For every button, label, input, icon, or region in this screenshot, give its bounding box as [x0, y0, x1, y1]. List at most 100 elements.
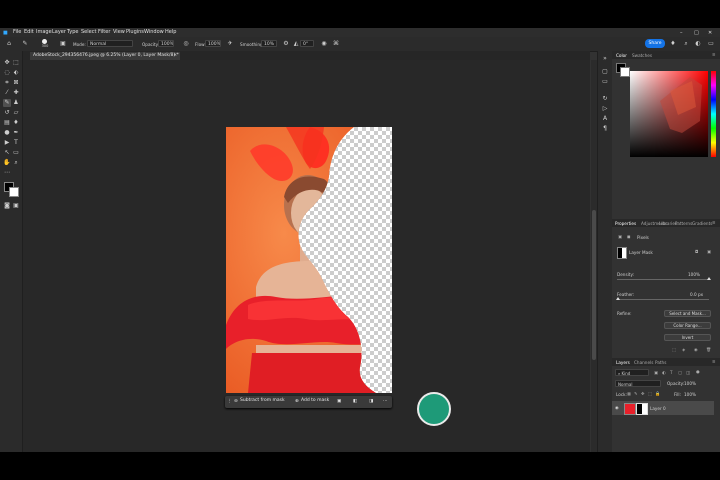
- lock-move-icon[interactable]: ✥: [641, 391, 645, 396]
- tab-paths[interactable]: Paths: [655, 360, 666, 365]
- gradient-tool-icon[interactable]: ▤: [3, 119, 11, 127]
- lock-paint-icon[interactable]: ✎: [634, 391, 638, 396]
- rectangle-tool-icon[interactable]: ▭: [12, 149, 20, 157]
- density-slider[interactable]: [617, 279, 709, 280]
- tab-patterns[interactable]: Patterns: [675, 221, 692, 226]
- healing-tool-icon[interactable]: ✚: [12, 89, 20, 97]
- mask-option-icon[interactable]: ▣: [337, 399, 341, 404]
- filter-adjustment-icon[interactable]: ◐: [662, 370, 666, 375]
- visibility-eye-icon[interactable]: ◉: [615, 405, 619, 410]
- close-icon[interactable]: ✕: [708, 30, 712, 36]
- object-select-tool-icon[interactable]: ⬖: [12, 69, 20, 77]
- filter-smart-icon[interactable]: ◫: [686, 370, 690, 375]
- direct-select-icon[interactable]: ↖: [3, 149, 11, 157]
- fill-value[interactable]: 100%: [684, 392, 696, 397]
- feather-value[interactable]: 0.0 px: [690, 292, 703, 297]
- mask-thumbnail[interactable]: [617, 247, 627, 259]
- menu-help[interactable]: Help: [165, 30, 176, 35]
- lasso-tool-icon[interactable]: ◌: [3, 69, 11, 77]
- mask-feather-icon[interactable]: ◨: [369, 399, 373, 404]
- invert-button[interactable]: Invert: [664, 334, 711, 341]
- opacity-input[interactable]: 100%: [158, 40, 174, 47]
- feather-slider[interactable]: [617, 299, 709, 300]
- pressure-opacity-icon[interactable]: ◎: [182, 40, 190, 48]
- artboard-tool-icon[interactable]: ⬚: [12, 59, 20, 67]
- vector-mask-icon[interactable]: ◼: [627, 234, 630, 239]
- minimize-icon[interactable]: –: [680, 30, 683, 36]
- background-color-swatch[interactable]: [9, 187, 19, 197]
- invert-mask-icon[interactable]: ◧: [353, 399, 357, 404]
- canvas-area[interactable]: [23, 60, 590, 452]
- select-and-mask-button[interactable]: Select and Mask...: [664, 310, 711, 317]
- quick-mask-icon[interactable]: ◙: [3, 202, 11, 210]
- add-vector-mask-icon[interactable]: ▣: [707, 249, 711, 254]
- add-to-mask-button[interactable]: Add to mask: [301, 398, 329, 404]
- hue-slider[interactable]: [711, 71, 716, 157]
- color-bg-swatch[interactable]: [620, 67, 630, 77]
- smoothing-options-icon[interactable]: ⚙: [282, 40, 290, 48]
- screen-mode-icon[interactable]: ▣: [12, 202, 20, 210]
- home-icon[interactable]: ⌂: [5, 40, 13, 48]
- load-selection-icon[interactable]: ⬚: [672, 347, 676, 352]
- discover-icon[interactable]: ◐: [694, 40, 702, 48]
- lock-all-icon[interactable]: 🔒: [655, 391, 660, 397]
- history-brush-icon[interactable]: ↺: [3, 109, 11, 117]
- density-value[interactable]: 100%: [688, 272, 700, 277]
- info-icon[interactable]: ▭: [601, 78, 609, 86]
- pixel-mask-icon[interactable]: ▣: [618, 234, 622, 239]
- tab-color[interactable]: Color: [616, 53, 627, 58]
- menu-window[interactable]: Window: [144, 30, 164, 35]
- brush-tool-active-icon[interactable]: ✎: [3, 99, 11, 107]
- type-tool-icon[interactable]: T: [12, 139, 20, 147]
- layers-menu-icon[interactable]: ≡: [712, 359, 716, 364]
- delete-mask-icon[interactable]: 🗑: [706, 347, 711, 353]
- disable-mask-icon[interactable]: ◉: [694, 347, 698, 352]
- filter-pixel-icon[interactable]: ▣: [654, 370, 658, 375]
- properties-menu-icon[interactable]: ≡: [712, 220, 716, 225]
- panel-menu-icon[interactable]: ≡: [712, 52, 716, 57]
- hand-tool-icon[interactable]: ✋: [3, 159, 11, 167]
- lock-artboard-icon[interactable]: ⬚: [648, 391, 652, 396]
- menu-filter[interactable]: Filter: [98, 30, 110, 35]
- subtract-from-mask-button[interactable]: Subtract from mask: [240, 398, 285, 404]
- collapse-icon[interactable]: »: [601, 55, 609, 63]
- move-tool-icon[interactable]: ✥: [3, 59, 11, 67]
- layer-mask-thumbnail[interactable]: [636, 403, 648, 415]
- brush-preset-picker[interactable]: 300: [40, 39, 50, 49]
- layer-row[interactable]: ◉ Layer 0: [612, 401, 714, 415]
- mode-select[interactable]: Normal: [87, 40, 133, 47]
- path-select-icon[interactable]: ▶: [3, 139, 11, 147]
- tab-gradients[interactable]: Gradients: [692, 221, 712, 226]
- brush-settings-icon[interactable]: ▣: [59, 40, 67, 48]
- menu-view[interactable]: View: [113, 30, 125, 35]
- tab-close-icon[interactable]: ×: [173, 52, 177, 60]
- tips-icon[interactable]: ♦: [669, 40, 677, 48]
- menu-file[interactable]: File: [13, 30, 21, 35]
- pressure-size-icon[interactable]: ◉: [320, 40, 328, 48]
- density-slider-knob[interactable]: [707, 277, 711, 280]
- brush-tool-icon[interactable]: ✎: [21, 40, 29, 48]
- actions-icon[interactable]: ▷: [601, 105, 609, 113]
- zoom-tool-icon[interactable]: ⌕: [12, 159, 20, 167]
- feather-slider-knob[interactable]: [616, 297, 620, 300]
- character-icon[interactable]: A: [601, 115, 609, 123]
- document-tab[interactable]: AdobeStock_294356476.jpeg @ 6.25% (Layer…: [30, 52, 180, 60]
- menu-image[interactable]: Image: [36, 30, 52, 35]
- angle-input[interactable]: 0°: [300, 40, 314, 47]
- history-icon[interactable]: ↻: [601, 95, 609, 103]
- flow-input[interactable]: 100%: [205, 40, 221, 47]
- blur-tool-icon[interactable]: ♦: [12, 119, 20, 127]
- search-icon[interactable]: ⌕: [682, 40, 690, 48]
- scrollbar-thumb[interactable]: [592, 210, 596, 360]
- menu-layer[interactable]: Layer: [52, 30, 66, 35]
- smoothing-input[interactable]: 10%: [261, 40, 277, 47]
- eraser-tool-icon[interactable]: ▱: [12, 109, 20, 117]
- eyedropper-tool-icon[interactable]: ⁄: [3, 89, 11, 97]
- paragraph-icon[interactable]: ¶: [601, 125, 609, 133]
- share-button[interactable]: Share: [645, 39, 665, 48]
- filter-shape-icon[interactable]: ▢: [678, 370, 682, 375]
- filter-toggle-icon[interactable]: ●: [696, 369, 700, 374]
- more-options-icon[interactable]: ⋯: [383, 399, 388, 404]
- airbrush-icon[interactable]: ✈: [226, 40, 234, 48]
- ps-logo-icon[interactable]: ■: [3, 30, 8, 36]
